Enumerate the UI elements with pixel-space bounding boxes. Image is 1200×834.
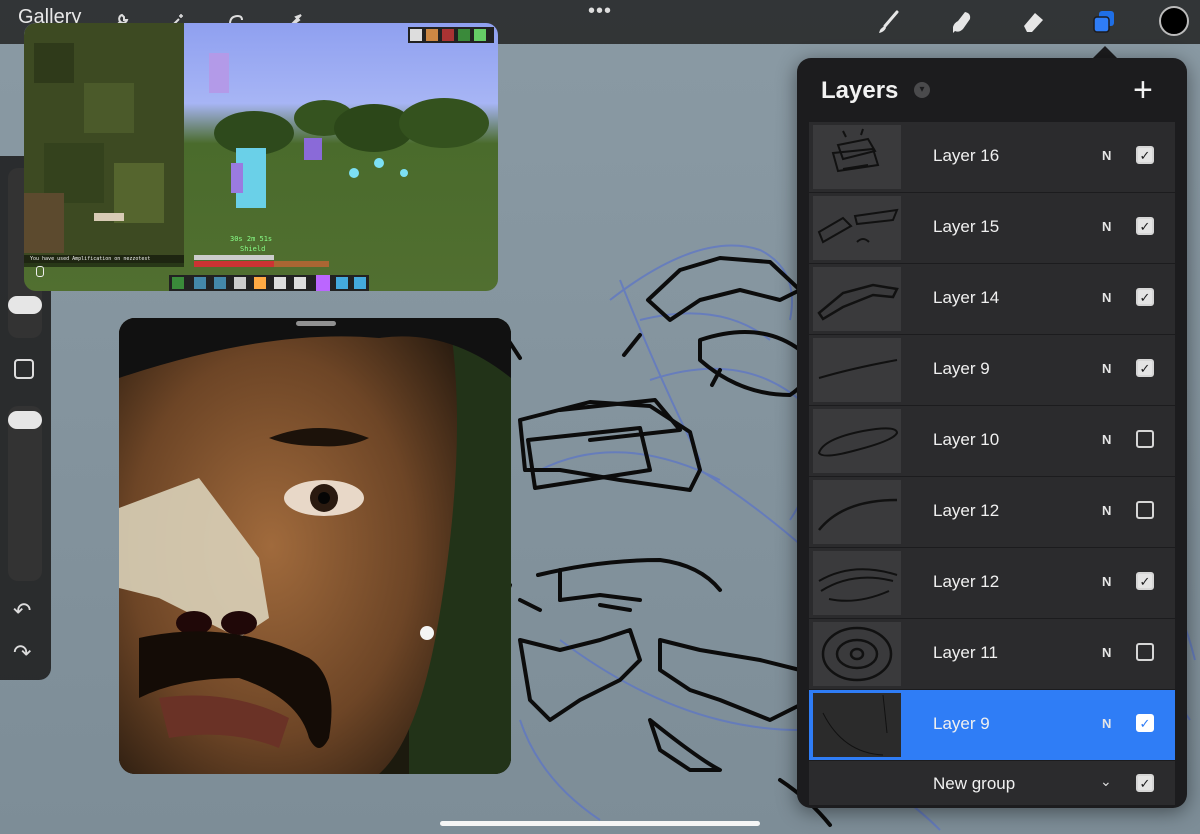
brush-size-knob[interactable] (8, 296, 42, 314)
layer-visibility-checkbox[interactable]: ✓ (1136, 217, 1154, 235)
home-indicator[interactable] (440, 821, 760, 826)
blend-mode-button[interactable]: N (1102, 432, 1111, 447)
reference-photo (119, 318, 511, 774)
microphone-icon (36, 266, 44, 277)
game-chat-text: You have used Amplification on nezzotest (30, 256, 151, 262)
layer-row[interactable]: Layer 11 N (809, 619, 1175, 689)
layers-popover-caret (1093, 46, 1117, 58)
layers-title: Layers (821, 77, 899, 104)
brush-icon[interactable] (874, 8, 902, 36)
group-name: New group (933, 774, 1016, 793)
layer-visibility-checkbox[interactable]: ✓ (1136, 288, 1154, 306)
blend-mode-button[interactable]: N (1102, 290, 1111, 305)
blend-mode-button[interactable]: N (1102, 645, 1111, 660)
layer-name: Layer 14 (933, 288, 1000, 307)
add-layer-button[interactable]: + (1133, 70, 1153, 110)
layer-row[interactable]: Layer 14 N ✓ (809, 264, 1175, 334)
layer-visibility-checkbox[interactable]: ✓ (1136, 572, 1154, 590)
smudge-icon[interactable] (948, 8, 976, 36)
layer-name: Layer 9 (933, 714, 990, 733)
redo-icon[interactable]: ↷ (13, 640, 31, 666)
layer-list: Layer 16 N ✓ Layer 15 N ✓ Layer 14 N ✓ L… (809, 122, 1175, 805)
layer-row[interactable]: Layer 16 N ✓ (809, 122, 1175, 192)
layer-thumbnail (813, 267, 901, 331)
layer-thumbnail (813, 480, 901, 544)
layer-thumbnail (813, 409, 901, 473)
layer-row[interactable]: Layer 12 N (809, 477, 1175, 547)
layer-thumbnail (813, 196, 901, 260)
blend-mode-button[interactable]: N (1102, 148, 1111, 163)
chevron-down-icon[interactable]: ▾ (914, 82, 930, 98)
modify-button[interactable] (14, 359, 34, 379)
group-visibility-checkbox[interactable]: ✓ (1136, 774, 1154, 792)
layer-row[interactable]: Layer 15 N ✓ (809, 193, 1175, 263)
picture-in-picture-reference-photo[interactable] (119, 318, 511, 774)
layer-visibility-checkbox[interactable]: ✓ (1136, 359, 1154, 377)
undo-icon[interactable]: ↶ (13, 598, 31, 624)
layer-visibility-checkbox[interactable] (1136, 501, 1154, 519)
more-options-icon[interactable]: ••• (588, 0, 612, 23)
layer-name: Layer 12 (933, 572, 1000, 591)
blend-mode-button[interactable]: N (1102, 716, 1111, 731)
layer-name: Layer 11 (933, 643, 998, 662)
opacity-knob[interactable] (8, 411, 42, 429)
layers-icon[interactable] (1090, 8, 1118, 36)
layer-name: Layer 16 (933, 146, 1000, 165)
game-timer-text: 30s 2m 51s (230, 235, 273, 243)
blend-mode-button[interactable]: N (1102, 503, 1111, 518)
layer-row[interactable]: Layer 10 N (809, 406, 1175, 476)
layers-panel: Layers ▾ + Layer 16 N ✓ Layer 15 N ✓ Lay… (797, 58, 1187, 808)
blend-mode-button[interactable]: N (1102, 361, 1111, 376)
chevron-down-icon[interactable]: ⌄ (1100, 773, 1112, 790)
layer-name: Layer 9 (933, 359, 990, 378)
layer-name: Layer 12 (933, 501, 1000, 520)
layer-visibility-checkbox[interactable] (1136, 643, 1154, 661)
layer-thumbnail (813, 551, 901, 615)
blend-mode-button[interactable]: N (1102, 219, 1111, 234)
picture-in-picture-game-video[interactable]: You have used Amplification on nezzotest… (24, 23, 498, 291)
layer-row-selected[interactable]: Layer 9 N ✓ (809, 690, 1175, 760)
layer-thumbnail (813, 622, 901, 686)
layer-name: Layer 15 (933, 217, 1000, 236)
color-picker-button[interactable] (1159, 6, 1189, 36)
layer-visibility-checkbox[interactable]: ✓ (1136, 146, 1154, 164)
eraser-icon[interactable] (1019, 8, 1047, 36)
layer-visibility-checkbox[interactable]: ✓ (1136, 714, 1154, 732)
opacity-slider[interactable] (8, 406, 42, 581)
blend-mode-button[interactable]: N (1102, 574, 1111, 589)
layer-row[interactable]: Layer 9 N ✓ (809, 335, 1175, 405)
game-action-text: Shield (240, 245, 266, 253)
layer-row[interactable]: Layer 12 N ✓ (809, 548, 1175, 618)
layer-thumbnail (813, 338, 901, 402)
layer-visibility-checkbox[interactable] (1136, 430, 1154, 448)
layer-name: Layer 10 (933, 430, 1000, 449)
layer-thumbnail (813, 125, 901, 189)
layer-thumbnail (813, 693, 901, 757)
layer-group-row[interactable]: New group ⌄ ✓ (809, 761, 1175, 805)
pip-drag-handle[interactable] (296, 321, 336, 326)
